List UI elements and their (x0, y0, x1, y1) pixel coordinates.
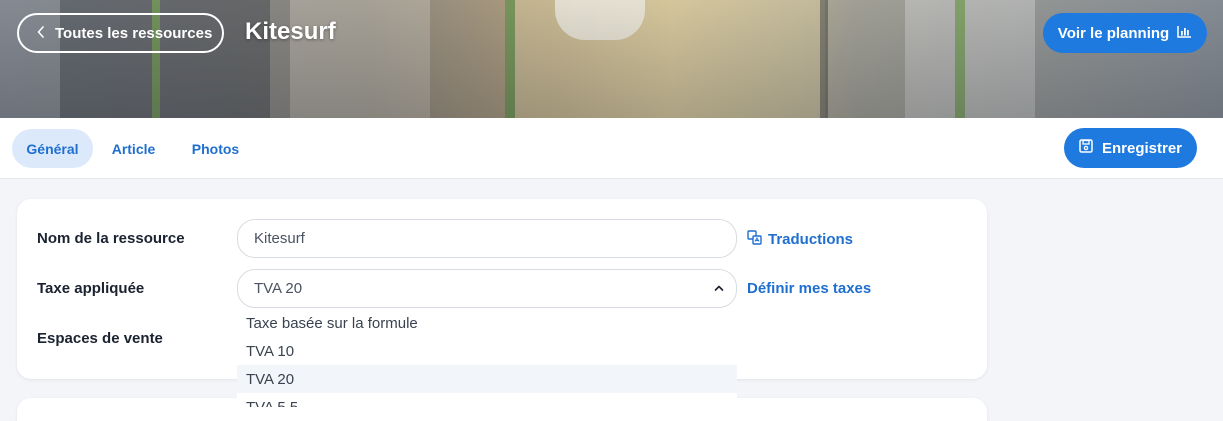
tax-select-value: TVA 20 (254, 280, 303, 297)
translations-link[interactable]: Traductions (747, 230, 853, 249)
save-icon (1079, 139, 1093, 157)
view-planning-button[interactable]: Voir le planning (1043, 13, 1207, 53)
tab-bar: Général Article Photos Enregistrer (0, 118, 1223, 179)
sales-spaces-label: Espaces de vente (37, 330, 163, 347)
tax-label: Taxe appliquée (37, 280, 145, 297)
tab-general[interactable]: Général (12, 129, 93, 168)
tax-option[interactable]: TVA 5,5 (237, 393, 737, 408)
translate-icon (747, 230, 762, 249)
resource-name-input[interactable]: Kitesurf (237, 219, 737, 258)
chevron-up-icon (714, 280, 724, 300)
define-taxes-link[interactable]: Définir mes taxes (747, 280, 871, 297)
resource-name-label: Nom de la ressource (37, 230, 185, 247)
save-button[interactable]: Enregistrer (1064, 128, 1197, 168)
tab-photos[interactable]: Photos (183, 129, 248, 168)
hero-banner: Toutes les ressources Kitesurf Voir le p… (0, 0, 1223, 118)
tax-option[interactable]: TVA 10 (237, 337, 737, 365)
tax-option-selected[interactable]: TVA 20 (237, 365, 737, 393)
planning-button-label: Voir le planning (1057, 24, 1170, 42)
tab-article[interactable]: Article (103, 129, 164, 168)
save-button-label: Enregistrer (1101, 139, 1183, 157)
tax-select[interactable]: TVA 20 (237, 269, 737, 308)
tax-option[interactable]: Taxe basée sur la formule (237, 309, 737, 337)
back-button-label: Toutes les ressources (55, 24, 213, 42)
translations-link-label: Traductions (768, 231, 854, 248)
bar-chart-icon (1177, 25, 1192, 42)
back-to-resources-button[interactable]: Toutes les ressources (17, 13, 224, 53)
tax-dropdown-menu: Taxe basée sur la formule TVA 10 TVA 20 … (237, 308, 737, 407)
page-title: Kitesurf (245, 18, 336, 45)
chevron-left-icon (37, 25, 45, 42)
resource-name-value: Kitesurf (254, 230, 305, 247)
